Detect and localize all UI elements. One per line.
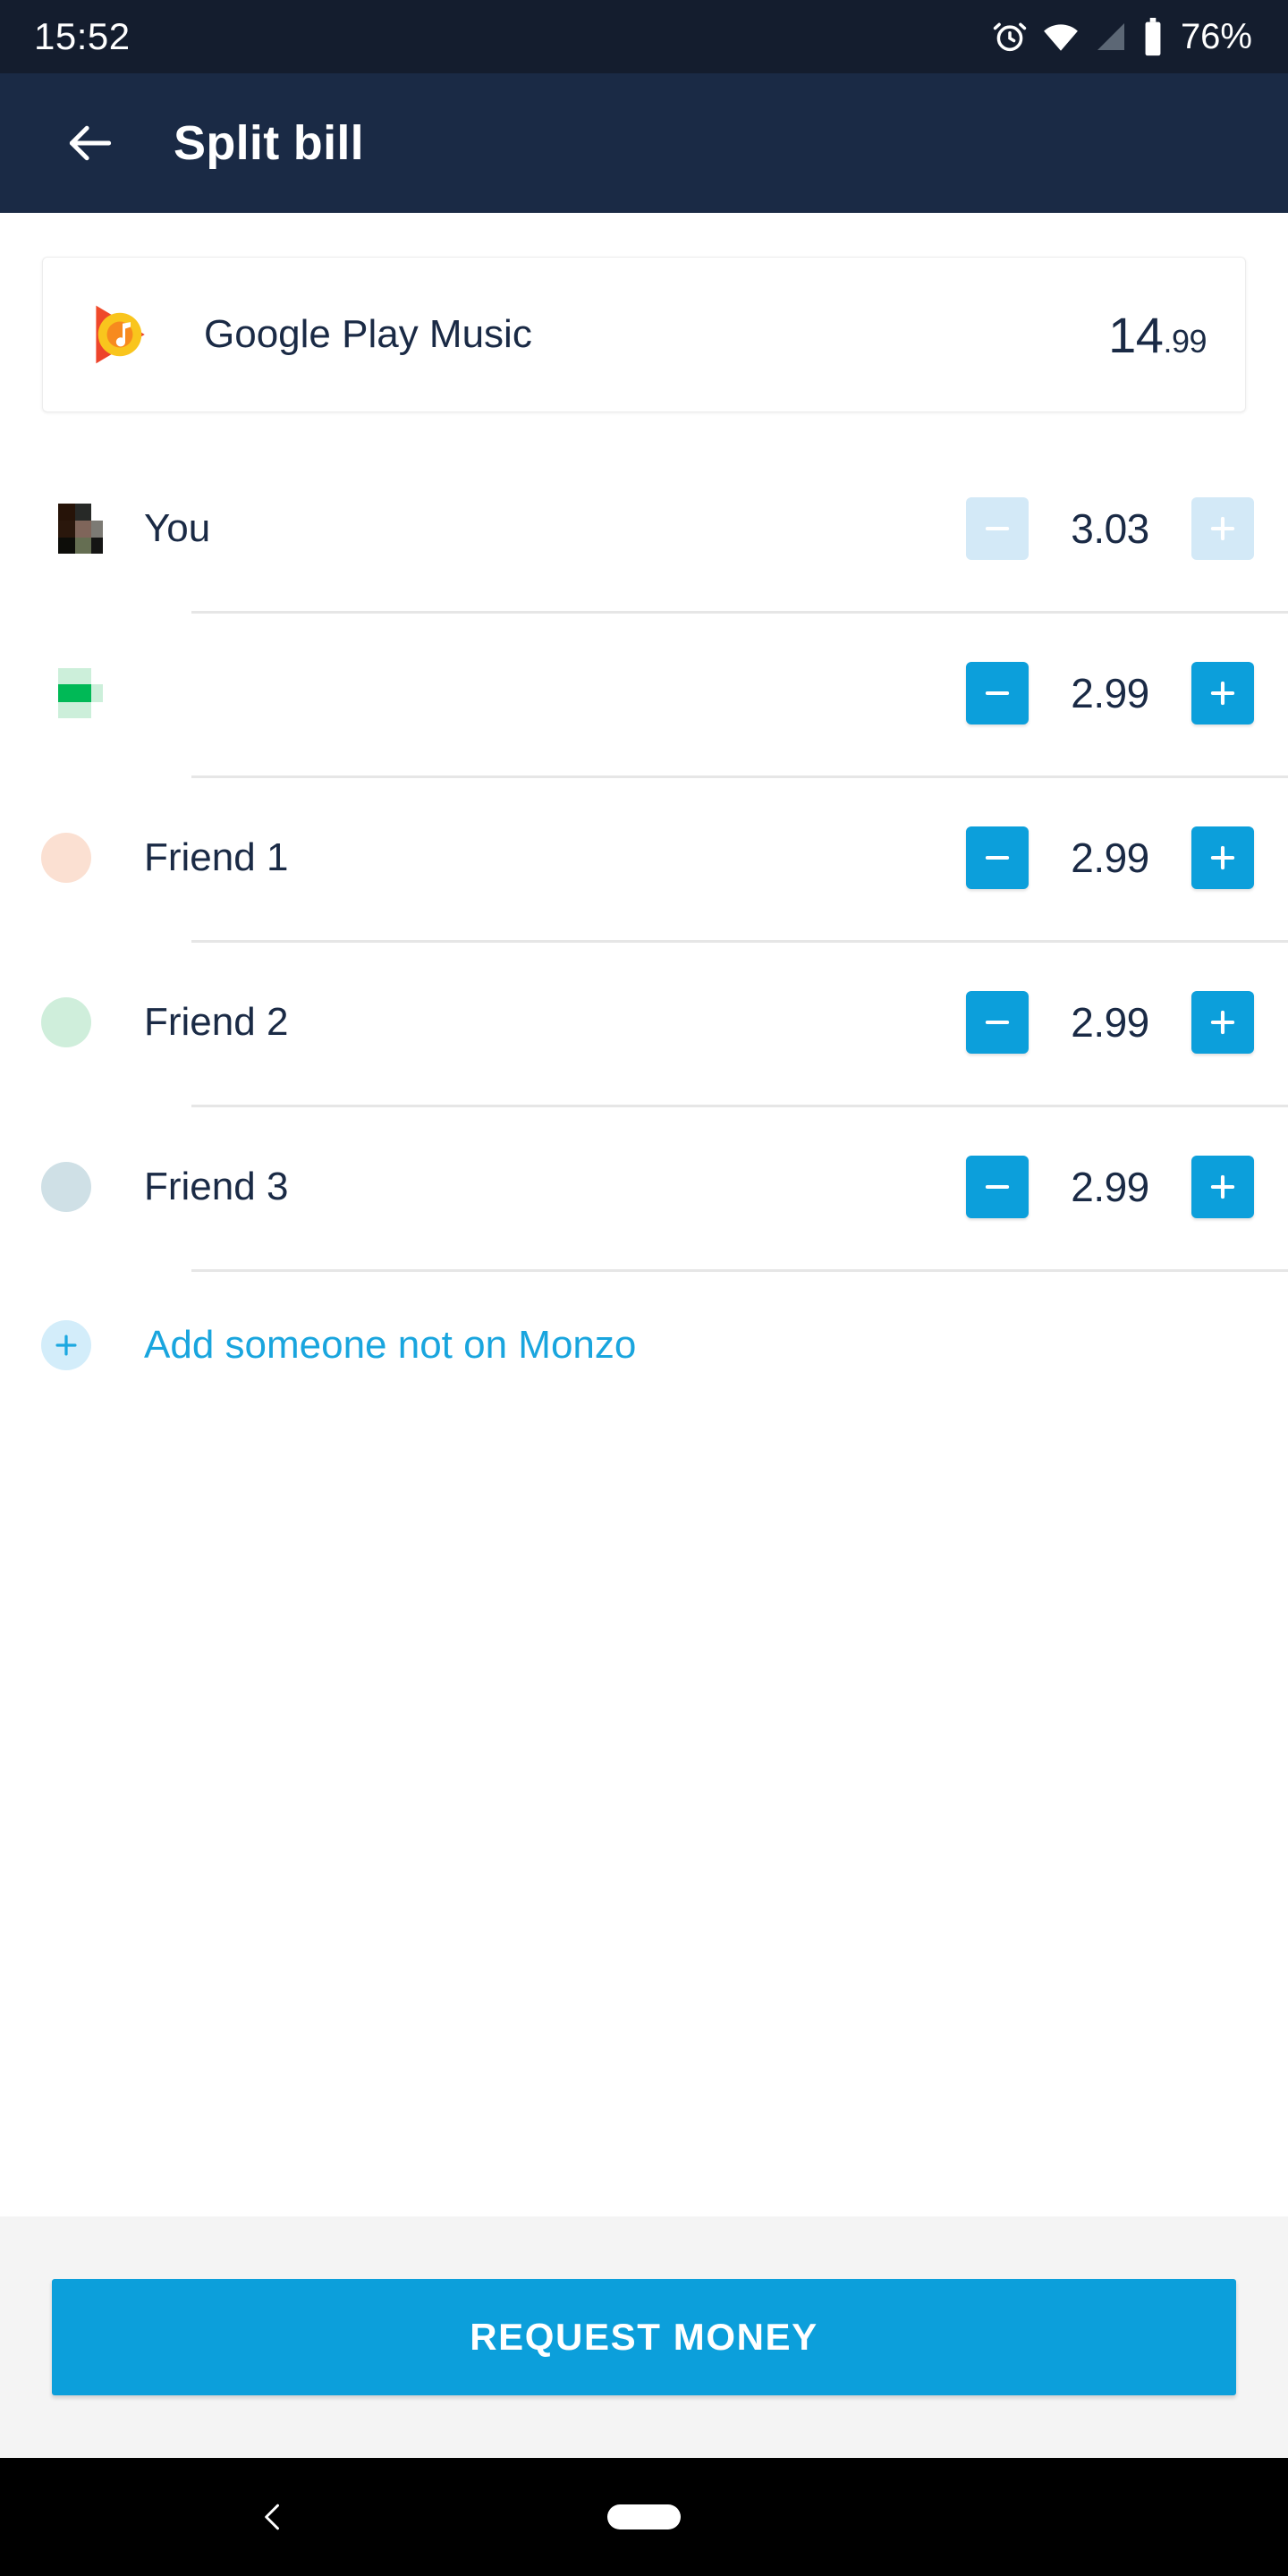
avatar bbox=[41, 668, 104, 718]
request-money-button[interactable]: REQUEST MONEY bbox=[52, 2279, 1236, 2395]
add-someone-row[interactable]: Add someone not on Monzo bbox=[0, 1269, 1288, 1421]
footer-bar: REQUEST MONEY bbox=[0, 2216, 1288, 2458]
increment-button[interactable] bbox=[1191, 1156, 1254, 1218]
merchant-amount: 14.99 bbox=[1108, 306, 1207, 364]
plus-icon bbox=[1206, 1170, 1240, 1204]
merchant-amount-major: 14 bbox=[1108, 306, 1164, 363]
person-name: You bbox=[144, 506, 211, 550]
amount-value: 2.99 bbox=[1071, 835, 1149, 881]
signal-icon bbox=[1093, 18, 1129, 55]
avatar bbox=[41, 1162, 91, 1212]
plus-icon bbox=[1206, 512, 1240, 546]
page-title: Split bill bbox=[174, 116, 364, 170]
alarm-icon bbox=[991, 18, 1029, 55]
increment-button[interactable] bbox=[1191, 497, 1254, 560]
status-bar: 15:52 76% bbox=[0, 0, 1288, 73]
amount-stepper: 2.99 bbox=[966, 1156, 1254, 1218]
decrement-button[interactable] bbox=[966, 1156, 1029, 1218]
minus-icon bbox=[980, 1005, 1014, 1039]
table-row[interactable]: 2.99 bbox=[0, 611, 1288, 775]
pixelated-avatar-green bbox=[41, 668, 104, 718]
nav-back-button[interactable] bbox=[242, 2486, 304, 2548]
arrow-left-icon bbox=[63, 115, 118, 171]
chevron-left-icon bbox=[253, 2497, 292, 2537]
plus-icon bbox=[51, 1330, 81, 1360]
status-icons: 76% bbox=[991, 17, 1252, 56]
battery-icon bbox=[1141, 17, 1165, 56]
table-row[interactable]: Friend 3 2.99 bbox=[0, 1105, 1288, 1269]
battery-percent: 76% bbox=[1180, 17, 1252, 56]
table-row[interactable]: Friend 1 2.99 bbox=[0, 775, 1288, 940]
minus-icon bbox=[980, 841, 1014, 875]
amount-stepper: 3.03 bbox=[966, 497, 1254, 560]
amount-value: 2.99 bbox=[1071, 670, 1149, 716]
avatar bbox=[41, 997, 91, 1047]
avatar bbox=[41, 833, 91, 883]
amount-stepper: 2.99 bbox=[966, 991, 1254, 1054]
amount-stepper: 2.99 bbox=[966, 662, 1254, 724]
minus-icon bbox=[980, 676, 1014, 710]
add-someone-label: Add someone not on Monzo bbox=[144, 1323, 637, 1367]
app-bar: Split bill bbox=[0, 73, 1288, 213]
people-list: You 3.03 2.99 Friend 1 2.99 Friend 2 2.9… bbox=[0, 446, 1288, 1421]
back-button[interactable] bbox=[50, 103, 131, 183]
minus-icon bbox=[980, 512, 1014, 546]
main-content: Google Play Music 14.99 You 3.03 2.99 Fr… bbox=[0, 213, 1288, 2216]
table-row[interactable]: You 3.03 bbox=[0, 446, 1288, 611]
add-avatar-circle bbox=[41, 1320, 91, 1370]
increment-button[interactable] bbox=[1191, 991, 1254, 1054]
google-play-music-icon bbox=[87, 301, 153, 368]
decrement-button[interactable] bbox=[966, 991, 1029, 1054]
merchant-amount-minor: .99 bbox=[1163, 322, 1207, 360]
phone-screen: 15:52 76% Split bill Google Play Music 1… bbox=[0, 0, 1288, 2576]
android-nav-bar bbox=[0, 2458, 1288, 2576]
nav-home-button[interactable] bbox=[607, 2504, 681, 2529]
merchant-name: Google Play Music bbox=[204, 312, 532, 356]
minus-icon bbox=[980, 1170, 1014, 1204]
decrement-button[interactable] bbox=[966, 826, 1029, 889]
amount-value: 2.99 bbox=[1071, 1164, 1149, 1210]
merchant-card[interactable]: Google Play Music 14.99 bbox=[42, 257, 1246, 412]
avatar bbox=[41, 504, 104, 554]
increment-button[interactable] bbox=[1191, 662, 1254, 724]
plus-icon bbox=[1206, 841, 1240, 875]
amount-value: 3.03 bbox=[1071, 505, 1149, 552]
wifi-icon bbox=[1041, 18, 1080, 55]
decrement-button[interactable] bbox=[966, 662, 1029, 724]
increment-button[interactable] bbox=[1191, 826, 1254, 889]
pixelated-avatar-dark bbox=[41, 504, 104, 554]
amount-stepper: 2.99 bbox=[966, 826, 1254, 889]
status-time: 15:52 bbox=[34, 15, 131, 57]
person-name: Friend 1 bbox=[144, 835, 289, 879]
table-row[interactable]: Friend 2 2.99 bbox=[0, 940, 1288, 1105]
person-name: Friend 3 bbox=[144, 1165, 289, 1208]
person-name: Friend 2 bbox=[144, 1000, 289, 1044]
plus-icon bbox=[1206, 1005, 1240, 1039]
plus-icon bbox=[1206, 676, 1240, 710]
amount-value: 2.99 bbox=[1071, 999, 1149, 1046]
decrement-button[interactable] bbox=[966, 497, 1029, 560]
